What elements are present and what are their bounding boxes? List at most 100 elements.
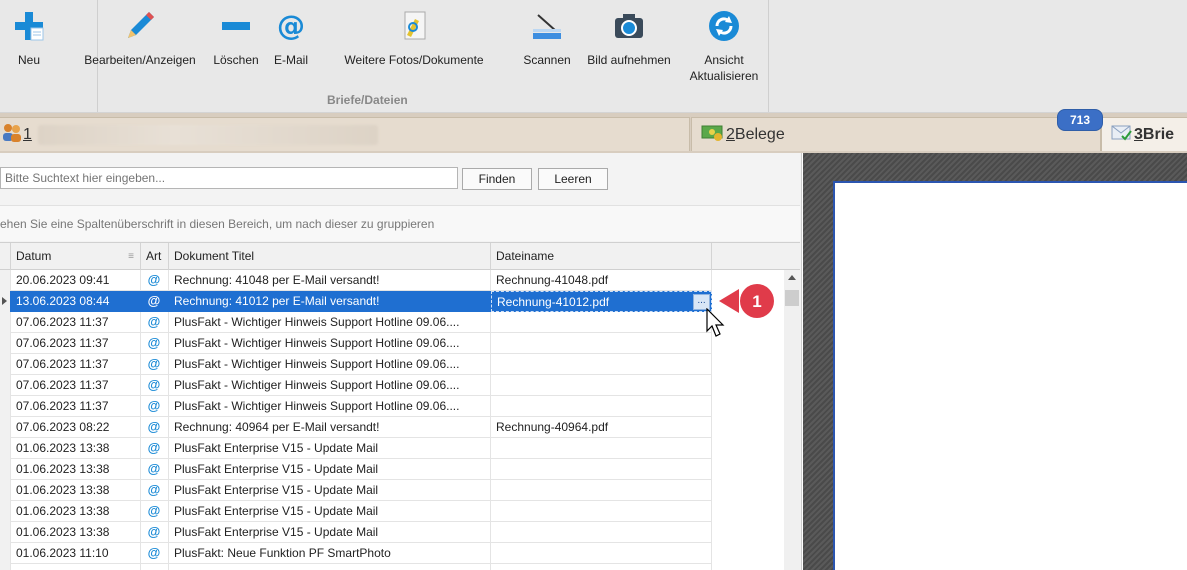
- cell-titel[interactable]: PlusFakt - Wichtiger Hinweis Support Hot…: [169, 333, 491, 354]
- tab-contacts[interactable]: 1: [0, 117, 690, 151]
- cell-titel[interactable]: Rechnung: 41048 per E-Mail versandt!: [169, 270, 491, 291]
- cell-art[interactable]: @: [141, 522, 169, 543]
- cell-titel[interactable]: PlusFakt - Wichtiger Hinweis Support Hot…: [169, 312, 491, 333]
- row-indicator[interactable]: [0, 333, 11, 354]
- cell-titel[interactable]: PlusFakt - Wichtiger Hinweis Support Hot…: [169, 396, 491, 417]
- table-row[interactable]: 01.06.2023 13:38 @ PlusFakt Enterprise V15…: [0, 459, 712, 480]
- cell-titel[interactable]: PlusFakt Enterprise V15 - Update Mail: [169, 522, 491, 543]
- find-button[interactable]: Finden: [462, 168, 532, 190]
- table-row[interactable]: 20.06.2023 09:41 @ Rechnung: 41048 per E-M…: [0, 270, 712, 291]
- cell-datum[interactable]: 01.06.2023 13:38: [11, 501, 141, 522]
- cell-titel[interactable]: PlusFakt Enterprise V15 - Update Mail: [169, 438, 491, 459]
- cell-titel[interactable]: PlusFakt Enterprise V15 - Update Mail: [169, 459, 491, 480]
- cell-art[interactable]: @: [141, 333, 169, 354]
- table-row[interactable]: 07.06.2023 11:37 @ PlusFakt - Wichtiger Hi…: [0, 312, 712, 333]
- column-header-titel[interactable]: Dokument Titel: [169, 243, 491, 270]
- row-indicator[interactable]: [0, 480, 11, 501]
- column-header-dateiname[interactable]: Dateiname: [491, 243, 712, 270]
- cell-titel[interactable]: PlusFakt - Wichtiger Hinweis Support Hot…: [169, 375, 491, 396]
- search-input[interactable]: [0, 167, 458, 189]
- table-row[interactable]: 01.06.2023 13:38 @ PlusFakt Enterprise V15…: [0, 501, 712, 522]
- cell-datum[interactable]: 07.06.2023 11:37: [11, 333, 141, 354]
- cell-art[interactable]: @: [141, 396, 169, 417]
- cell-datum[interactable]: 07.06.2023 08:22: [11, 417, 141, 438]
- row-indicator[interactable]: [0, 438, 11, 459]
- cell-datum[interactable]: 01.06.2023 11:10: [11, 543, 141, 564]
- row-indicator[interactable]: [0, 501, 11, 522]
- table-row[interactable]: 01.06.2023 13:38 @ PlusFakt Enterprise V15…: [0, 438, 712, 459]
- cell-dateiname[interactable]: [491, 438, 712, 459]
- cell-titel[interactable]: Rechnung: 40964 per E-Mail versandt!: [169, 417, 491, 438]
- cell-art[interactable]: @: [141, 270, 169, 291]
- cell-datum[interactable]: 07.06.2023 11:37: [11, 312, 141, 333]
- cell-art[interactable]: @: [141, 291, 169, 312]
- cell-datum[interactable]: 01.06.2023 13:38: [11, 459, 141, 480]
- cell-titel[interactable]: Rechnung: 41012 per E-Mail versandt!: [169, 291, 491, 312]
- cell-art[interactable]: @: [141, 543, 169, 564]
- row-indicator[interactable]: [0, 312, 11, 333]
- cell-dateiname[interactable]: Rechnung-41048.pdf: [491, 270, 712, 291]
- cell-datum[interactable]: 01.06.2023 13:38: [11, 522, 141, 543]
- column-header-datum[interactable]: Datum ≡: [11, 243, 141, 270]
- cell-art[interactable]: @: [141, 354, 169, 375]
- table-row[interactable]: 07.06.2023 11:37 @ PlusFakt - Wichtiger Hi…: [0, 354, 712, 375]
- cell-datum[interactable]: 01.06.2023 13:38: [11, 480, 141, 501]
- row-indicator[interactable]: [0, 291, 11, 312]
- table-row[interactable]: 07.06.2023 08:22 @ Rechnung: 40964 per E-M…: [0, 417, 712, 438]
- cell-dateiname[interactable]: [491, 564, 712, 570]
- cell-datum[interactable]: [11, 564, 141, 570]
- cell-titel[interactable]: PlusFakt Enterprise V15 - Update Mail: [169, 480, 491, 501]
- cell-dateiname[interactable]: [491, 459, 712, 480]
- refresh-view-button[interactable]: Ansicht Aktualisieren: [684, 6, 764, 84]
- row-indicator[interactable]: [0, 375, 11, 396]
- cell-datum[interactable]: 07.06.2023 11:37: [11, 375, 141, 396]
- row-indicator[interactable]: [0, 396, 11, 417]
- cell-art[interactable]: @: [141, 480, 169, 501]
- cell-dateiname[interactable]: [491, 333, 712, 354]
- cell-dateiname[interactable]: [491, 375, 712, 396]
- cell-datum[interactable]: 07.06.2023 11:37: [11, 396, 141, 417]
- delete-button[interactable]: Löschen: [210, 6, 262, 68]
- table-row[interactable]: [0, 564, 712, 570]
- cell-dateiname[interactable]: [491, 354, 712, 375]
- cell-art[interactable]: @: [141, 312, 169, 333]
- cell-art[interactable]: @: [141, 438, 169, 459]
- cell-art[interactable]: @: [141, 417, 169, 438]
- cell-datum[interactable]: 13.06.2023 08:44: [11, 291, 141, 312]
- cell-dateiname[interactable]: [491, 480, 712, 501]
- cell-titel[interactable]: [169, 564, 491, 570]
- cell-dateiname[interactable]: [491, 522, 712, 543]
- table-row[interactable]: 01.06.2023 13:38 @ PlusFakt Enterprise V15…: [0, 480, 712, 501]
- edit-view-button[interactable]: Bearbeiten/Anzeigen: [80, 6, 200, 68]
- email-button[interactable]: @ E-Mail: [266, 6, 316, 68]
- new-button[interactable]: Neu: [8, 6, 50, 68]
- table-row[interactable]: 07.06.2023 11:37 @ PlusFakt - Wichtiger Hi…: [0, 375, 712, 396]
- cell-art[interactable]: @: [141, 375, 169, 396]
- take-picture-button[interactable]: Bild aufnehmen: [582, 6, 676, 68]
- cell-art[interactable]: @: [141, 501, 169, 522]
- sort-filter-icon[interactable]: ≡: [128, 243, 134, 270]
- cell-titel[interactable]: PlusFakt - Wichtiger Hinweis Support Hot…: [169, 354, 491, 375]
- cell-datum[interactable]: 20.06.2023 09:41: [11, 270, 141, 291]
- scroll-up-icon[interactable]: [788, 275, 796, 280]
- cell-dateiname[interactable]: [491, 312, 712, 333]
- row-indicator[interactable]: [0, 522, 11, 543]
- row-indicator[interactable]: [0, 270, 11, 291]
- cell-dateiname[interactable]: Rechnung-41012.pdf: [491, 291, 712, 312]
- row-indicator[interactable]: [0, 417, 11, 438]
- cell-datum[interactable]: 07.06.2023 11:37: [11, 354, 141, 375]
- table-row[interactable]: 01.06.2023 11:10 @ PlusFakt: Neue Funktion…: [0, 543, 712, 564]
- row-indicator[interactable]: [0, 543, 11, 564]
- row-indicator[interactable]: [0, 354, 11, 375]
- more-photos-documents-button[interactable]: Weitere Fotos/Dokumente: [336, 6, 492, 68]
- column-header-art[interactable]: Art: [141, 243, 169, 270]
- scroll-thumb[interactable]: [785, 290, 799, 306]
- table-row[interactable]: 13.06.2023 08:44 @ Rechnung: 41012 per E-M…: [0, 291, 712, 312]
- tab-belege[interactable]: 2 Belege: [691, 117, 1101, 151]
- row-indicator[interactable]: [0, 459, 11, 480]
- cell-art[interactable]: @: [141, 459, 169, 480]
- vertical-scrollbar[interactable]: [784, 270, 800, 570]
- cell-art[interactable]: [141, 564, 169, 570]
- table-row[interactable]: 07.06.2023 11:37 @ PlusFakt - Wichtiger Hi…: [0, 333, 712, 354]
- table-row[interactable]: 07.06.2023 11:37 @ PlusFakt - Wichtiger Hi…: [0, 396, 712, 417]
